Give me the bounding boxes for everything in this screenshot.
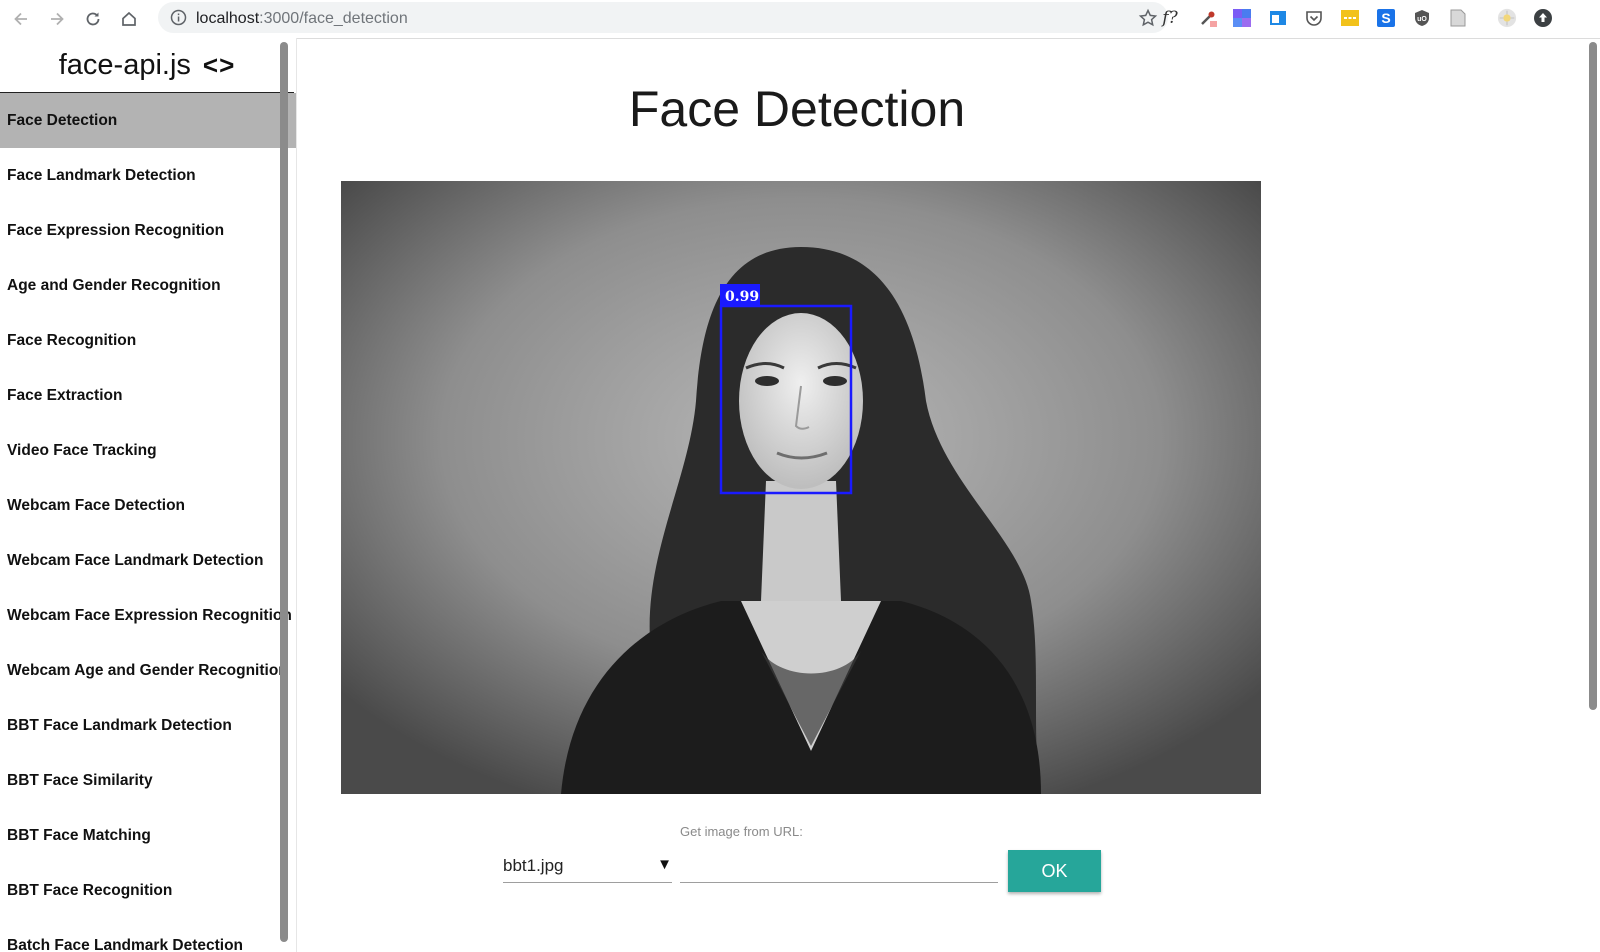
portrait-photo: 0.99 (341, 181, 1261, 794)
bookmark-star-icon[interactable] (1138, 8, 1158, 28)
ok-button[interactable]: OK (1008, 850, 1101, 892)
brand-header: face-api.js <> (0, 38, 294, 93)
sidebar-item-bbt-face-similarity[interactable]: BBT Face Similarity (0, 753, 296, 808)
dropdown-arrow-icon: ▼ (657, 856, 672, 873)
sidebar-item-face-expression-recognition[interactable]: Face Expression Recognition (0, 203, 296, 258)
address-bar[interactable]: localhost:3000/face_detection (158, 2, 1168, 33)
sidebar-item-face-detection[interactable]: Face Detection (0, 93, 296, 148)
home-icon (122, 11, 136, 26)
sidebar-item-bbt-face-recognition[interactable]: BBT Face Recognition (0, 863, 296, 918)
detection-image: 0.99 (341, 181, 1261, 794)
code-icon[interactable]: <> (203, 50, 235, 81)
sidebar-item-age-and-gender-recognition[interactable]: Age and Gender Recognition (0, 258, 296, 313)
function-extension-icon[interactable]: f? (1160, 8, 1180, 28)
arrow-left-icon (14, 12, 27, 26)
back-button[interactable] (6, 4, 36, 34)
reload-button[interactable] (78, 4, 108, 34)
window-extension-icon[interactable] (1268, 8, 1288, 28)
reload-icon (86, 12, 100, 26)
info-icon[interactable] (170, 9, 187, 26)
sidebar: face-api.js <> Face Detection Face Landma… (0, 38, 297, 952)
sidebar-nav: Face Detection Face Landmark Detection Fac… (0, 93, 296, 952)
sidebar-scrollbar[interactable] (280, 42, 288, 946)
image-url-input[interactable] (680, 848, 998, 883)
browser-toolbar: localhost:3000/face_detection f? S uO (0, 0, 1600, 39)
url-text: localhost:3000/face_detection (196, 10, 408, 28)
pocket-extension-icon[interactable] (1304, 8, 1324, 28)
sidebar-item-webcam-face-detection[interactable]: Webcam Face Detection (0, 478, 296, 533)
home-button[interactable] (114, 4, 144, 34)
keyboard-extension-icon[interactable] (1340, 8, 1360, 28)
url-host: localhost (196, 10, 260, 27)
profile-avatar-icon[interactable] (1497, 8, 1517, 28)
sidebar-item-face-landmark-detection[interactable]: Face Landmark Detection (0, 148, 296, 203)
sidebar-item-webcam-age-and-gender-recognition[interactable]: Webcam Age and Gender Recognition (0, 643, 296, 698)
sidebar-item-bbt-face-matching[interactable]: BBT Face Matching (0, 808, 296, 863)
eyedropper-extension-icon[interactable] (1198, 8, 1218, 28)
main-scrollbar[interactable] (1586, 38, 1600, 952)
sidebar-item-face-extraction[interactable]: Face Extraction (0, 368, 296, 423)
page-title: Face Detection (628, 81, 966, 137)
update-upload-icon[interactable] (1533, 8, 1553, 28)
image-select-value: bbt1.jpg (503, 856, 564, 875)
main-content: Face Detection 0.99 Get image from URL: … (297, 38, 1600, 952)
detection-score: 0.99 (725, 289, 759, 305)
main-scrollbar-thumb[interactable] (1589, 42, 1597, 710)
sidebar-item-face-recognition[interactable]: Face Recognition (0, 313, 296, 368)
sidebar-item-webcam-face-landmark-detection[interactable]: Webcam Face Landmark Detection (0, 533, 296, 588)
svg-text:S: S (1381, 10, 1390, 26)
sidebar-item-bbt-face-landmark-detection[interactable]: BBT Face Landmark Detection (0, 698, 296, 753)
brand-title[interactable]: face-api.js (59, 49, 191, 82)
sidebar-scrollbar-thumb[interactable] (280, 42, 288, 942)
url-path: :3000/face_detection (259, 10, 408, 27)
url-label: Get image from URL: (680, 824, 803, 839)
forward-button[interactable] (42, 4, 72, 34)
arrow-right-icon (51, 12, 64, 26)
shield-extension-icon[interactable]: uO (1412, 8, 1432, 28)
svg-text:uO: uO (1417, 16, 1427, 23)
sidebar-item-webcam-face-expression-recognition[interactable]: Webcam Face Expression Recognition (0, 588, 296, 643)
document-extension-icon[interactable] (1448, 8, 1468, 28)
sidebar-item-batch-face-landmark-detection[interactable]: Batch Face Landmark Detection (0, 918, 296, 952)
sidebar-item-video-face-tracking[interactable]: Video Face Tracking (0, 423, 296, 478)
s-extension-icon[interactable]: S (1376, 8, 1396, 28)
color-palette-extension-icon[interactable] (1232, 8, 1252, 28)
image-select[interactable]: bbt1.jpg ▼ (503, 848, 672, 883)
